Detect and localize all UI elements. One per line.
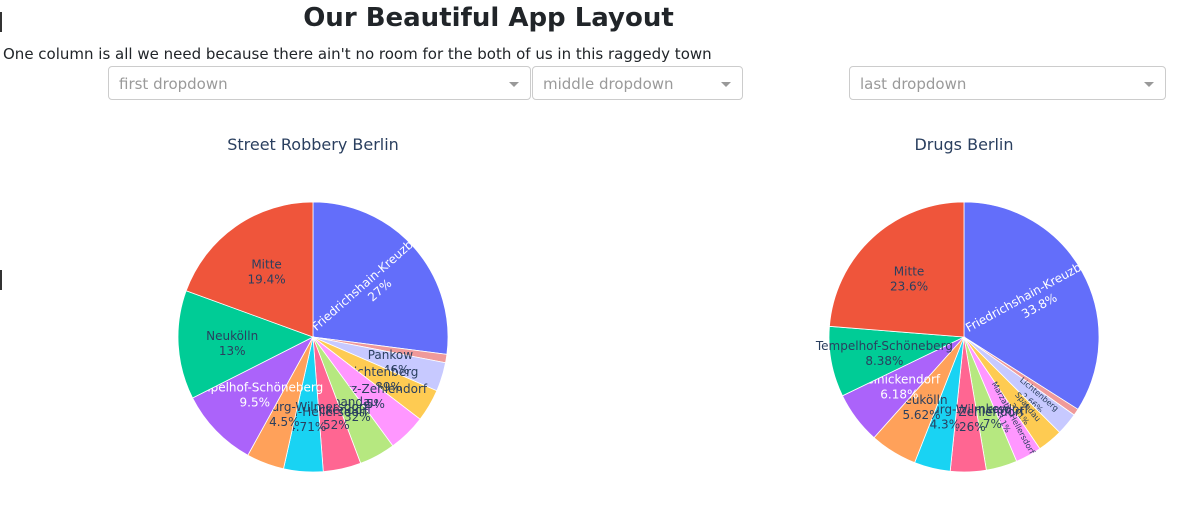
chevron-down-icon xyxy=(721,82,731,87)
first-dropdown[interactable]: first dropdown xyxy=(108,66,531,100)
slice-text-group: Mitte19.4% xyxy=(247,258,285,287)
slice-label: Pankow xyxy=(368,348,414,362)
slice-percent: 5.62% xyxy=(902,408,940,422)
street-robbery-pie-chart: Street Robbery Berlin Friedrichshain-Kre… xyxy=(113,125,513,515)
drugs-pie-chart: Drugs Berlin Friedrichshain-Kreuzberg 33.… xyxy=(764,125,1164,515)
slice-label: Neukölln xyxy=(206,329,258,343)
slice-percent: 23.6% xyxy=(890,280,928,294)
pie-svg: Friedrichshain-Kreuzberg27%Pankow3.46%Li… xyxy=(177,201,449,473)
slice-label: Mitte xyxy=(251,258,281,272)
first-dropdown-placeholder: first dropdown xyxy=(119,75,228,93)
slice-label: Mitte xyxy=(894,265,924,279)
slice-percent: 8.38% xyxy=(865,354,903,368)
slice-percent: 6.18% xyxy=(880,388,918,402)
slice-percent: 13% xyxy=(219,344,246,358)
last-dropdown[interactable]: last dropdown xyxy=(849,66,1166,100)
pie-svg: Friedrichshain-Kreuzberg33.8%Lichtenberg… xyxy=(815,201,1101,473)
window-edge-mark xyxy=(0,270,2,290)
slice-percent: 19.4% xyxy=(247,273,285,287)
last-dropdown-placeholder: last dropdown xyxy=(860,75,967,93)
slice-percent: 9.5% xyxy=(239,395,269,409)
slice-percent: 4.5% xyxy=(269,415,300,429)
slice-label: Tempelhof-Schöneberg xyxy=(815,339,953,353)
middle-dropdown[interactable]: middle dropdown xyxy=(532,66,743,100)
chevron-down-icon xyxy=(1144,82,1154,87)
page-title: Our Beautiful App Layout xyxy=(303,3,674,33)
middle-dropdown-placeholder: middle dropdown xyxy=(543,75,674,93)
chevron-down-icon xyxy=(509,82,519,87)
slice-text-group: Mitte23.6% xyxy=(890,265,928,294)
page-subtitle: One column is all we need because there … xyxy=(3,45,712,63)
